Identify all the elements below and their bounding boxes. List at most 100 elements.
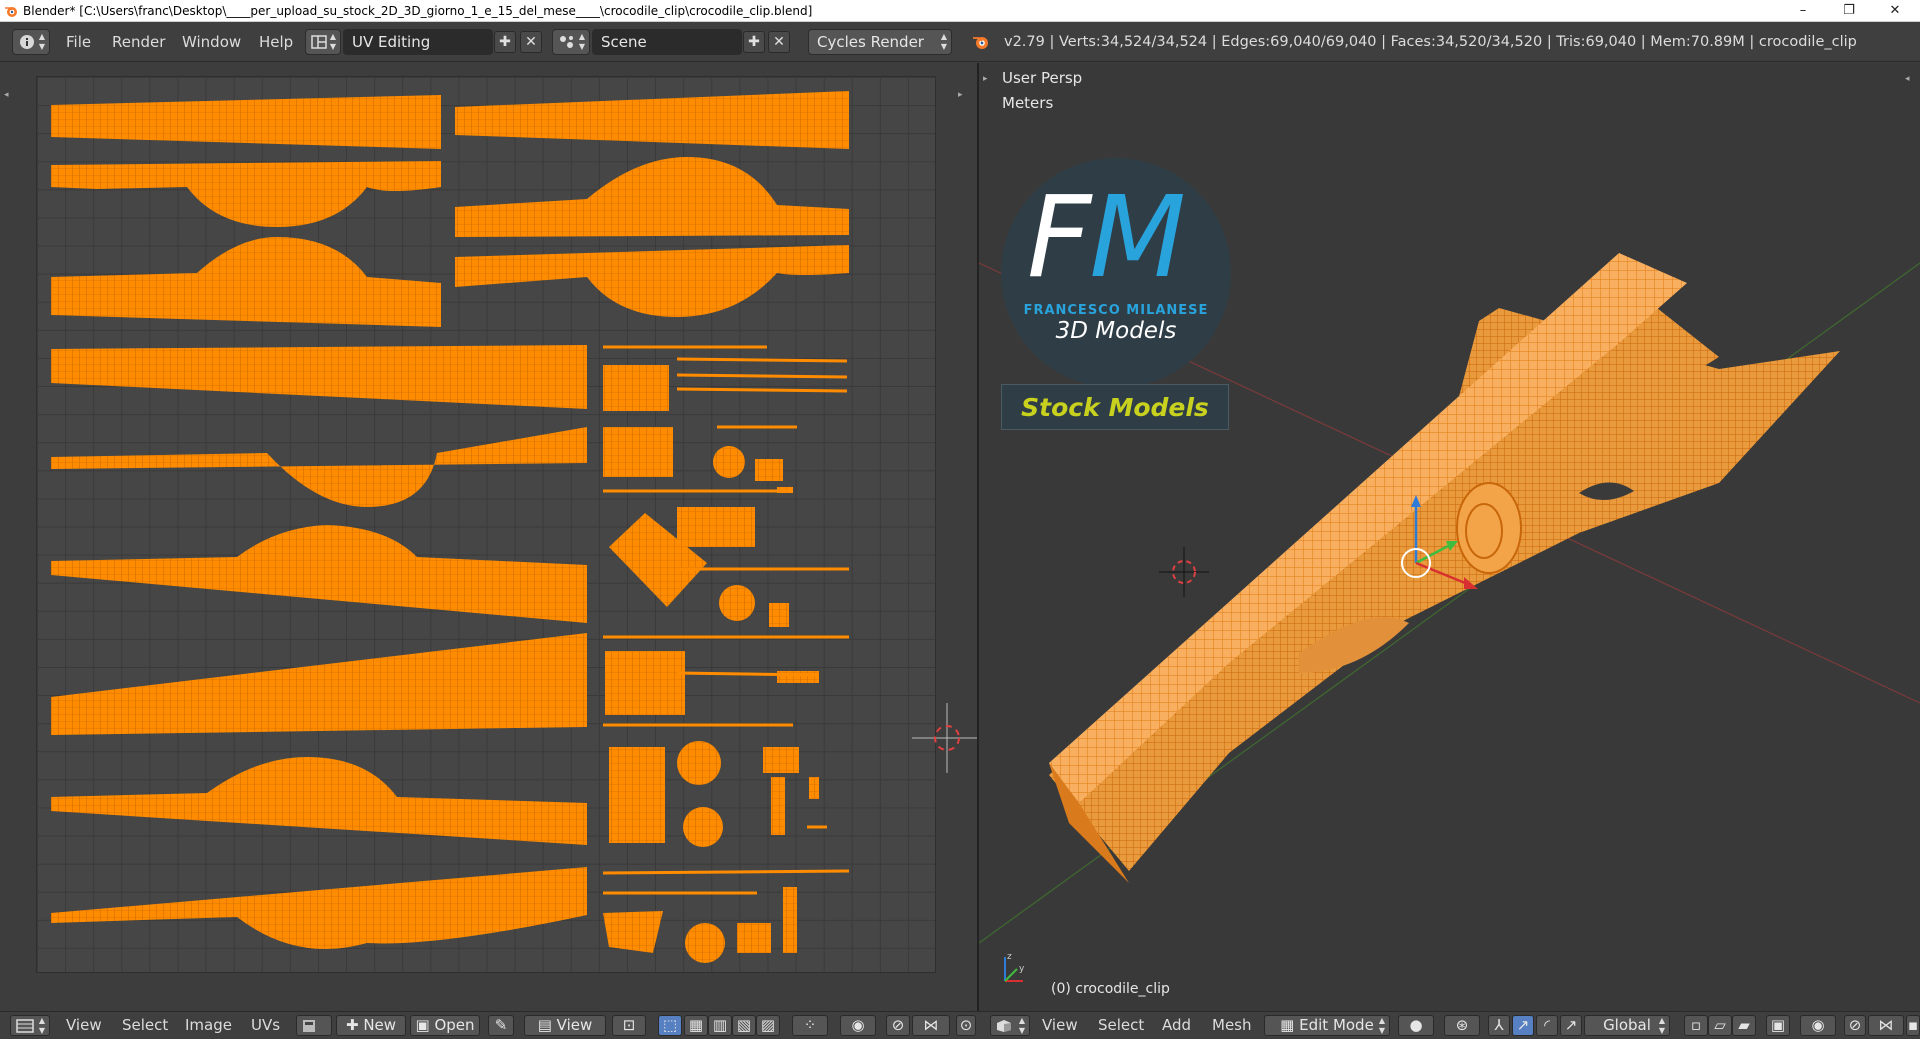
sync-select-button[interactable]: ⬚	[658, 1015, 682, 1036]
menu-window[interactable]: Window	[182, 22, 241, 62]
uv-menu-uvs[interactable]: UVs	[251, 1012, 280, 1039]
view3d-menu-view[interactable]: View	[1042, 1012, 1078, 1039]
uv-island[interactable]	[809, 777, 819, 799]
uv-island[interactable]	[603, 911, 663, 953]
view3d-menu-mesh[interactable]: Mesh	[1212, 1012, 1252, 1039]
uv-island[interactable]	[609, 747, 665, 843]
view3d-menu-select[interactable]: Select	[1098, 1012, 1144, 1039]
pivot-point-button[interactable]: ⊛	[1444, 1015, 1480, 1036]
uv-image-editor[interactable]: ◂ ▸	[0, 63, 982, 1011]
add-scene-icon[interactable]: ✚	[743, 31, 765, 53]
editor-type-3d-button[interactable]: ▲ ▼	[990, 1015, 1030, 1036]
new-image-button[interactable]: ✚ New	[336, 1015, 406, 1036]
uv-island[interactable]	[51, 633, 587, 735]
uv-island[interactable]	[51, 867, 587, 950]
uv-island[interactable]	[737, 923, 771, 953]
uv-island[interactable]	[603, 365, 669, 411]
uv-island[interactable]	[51, 525, 587, 623]
editor-type-uv-button[interactable]: ▲ ▼	[10, 1015, 50, 1036]
vertex-select-button[interactable]: ▦	[684, 1015, 708, 1036]
manipulator-toggle[interactable]: ⅄	[1488, 1015, 1510, 1036]
uv-island[interactable]	[455, 91, 849, 149]
uv-sculpt-button[interactable]: ⊙	[956, 1015, 976, 1036]
transform-manipulator[interactable]	[1384, 493, 1494, 593]
y-axis-handle[interactable]	[1415, 543, 1451, 565]
x-arrow-icon[interactable]	[1464, 577, 1478, 589]
menu-help[interactable]: Help	[259, 22, 293, 62]
snap-toggle-button[interactable]: ⊘	[886, 1015, 910, 1036]
uv-island[interactable]	[605, 651, 685, 715]
uv-island[interactable]	[676, 671, 818, 677]
pivot-button[interactable]: ⊡	[612, 1015, 646, 1036]
area-split-icon[interactable]: ◂	[1905, 73, 1917, 85]
uv-island[interactable]	[769, 603, 789, 627]
uv-island[interactable]	[763, 747, 799, 773]
occlude-geometry-button[interactable]: ▣	[1766, 1015, 1790, 1036]
uv-island[interactable]	[676, 357, 848, 363]
uv-islands[interactable]	[37, 77, 937, 974]
uv-island[interactable]	[683, 807, 723, 847]
view-mode-select[interactable]: ▤ View	[524, 1015, 606, 1036]
uv-island[interactable]	[676, 373, 848, 379]
face-select-mode[interactable]: ▰	[1732, 1015, 1756, 1036]
close-button[interactable]: ✕	[1872, 0, 1918, 22]
editor-type-info-button[interactable]: ▲ ▼	[12, 29, 50, 55]
transform-orientation-select[interactable]: Global ▲ ▼	[1584, 1015, 1670, 1036]
snap-target-button[interactable]: ⋈	[1868, 1015, 1904, 1036]
pin-image-button[interactable]: ✎	[488, 1015, 514, 1036]
uv-island[interactable]	[602, 869, 850, 875]
uv-island[interactable]	[455, 157, 849, 237]
3d-viewport[interactable]: User Persp Meters FM FRANCESCO MILANESE …	[979, 63, 1920, 1011]
snap-element-button[interactable]: ⋈	[912, 1015, 950, 1036]
scene-selector-button[interactable]: ▲ ▼	[552, 29, 590, 55]
uv-island[interactable]	[51, 95, 441, 149]
open-image-button[interactable]: ▣ Open	[410, 1015, 480, 1036]
uv-island[interactable]	[51, 345, 587, 409]
scale-manipulator[interactable]: ↗	[1560, 1015, 1582, 1036]
sticky-mode-button[interactable]: ⁘	[792, 1015, 828, 1036]
island-select-button[interactable]: ▨	[756, 1015, 780, 1036]
uv-island[interactable]	[51, 757, 587, 845]
uv-island[interactable]	[51, 237, 441, 327]
delete-scene-icon[interactable]: ✕	[768, 31, 790, 53]
uv-island[interactable]	[783, 887, 797, 953]
uv-island[interactable]	[771, 777, 785, 835]
uv-island[interactable]	[455, 245, 849, 317]
interaction-mode-select[interactable]: ▦ Edit Mode ▲ ▼	[1264, 1015, 1390, 1036]
minimize-button[interactable]: –	[1780, 0, 1826, 22]
area-split-icon[interactable]: ▸	[958, 89, 970, 101]
translate-manipulator[interactable]: ↗	[1512, 1015, 1534, 1036]
uv-island[interactable]	[676, 387, 848, 393]
browse-image-button[interactable]	[296, 1015, 332, 1036]
uv-menu-view[interactable]: View	[66, 1012, 102, 1039]
area-split-icon[interactable]: ▸	[983, 73, 995, 85]
rotate-manipulator[interactable]: ◜	[1536, 1015, 1558, 1036]
uv-island[interactable]	[685, 923, 725, 963]
uv-grid[interactable]	[36, 76, 936, 973]
render-engine-select[interactable]: Cycles Render ▲ ▼	[808, 29, 952, 55]
face-select-button[interactable]: ▧	[732, 1015, 756, 1036]
uv-island[interactable]	[51, 427, 587, 507]
view3d-menu-add[interactable]: Add	[1162, 1012, 1191, 1039]
uv-island[interactable]	[777, 671, 819, 683]
add-layout-icon[interactable]: ✚	[494, 31, 516, 53]
maximize-button[interactable]: ❐	[1826, 0, 1872, 22]
edge-select-mode[interactable]: ▱	[1708, 1015, 1732, 1036]
uv-island[interactable]	[713, 446, 745, 478]
scene-name-field[interactable]: Scene	[592, 29, 742, 55]
uv-menu-image[interactable]: Image	[185, 1012, 232, 1039]
proportional-edit-button[interactable]: ◉	[840, 1015, 876, 1036]
uv-island[interactable]	[677, 741, 721, 785]
layout-name-field[interactable]: UV Editing	[343, 29, 493, 55]
viewport-shading-button[interactable]: ●	[1398, 1015, 1434, 1036]
uv-island[interactable]	[603, 427, 673, 477]
uv-island[interactable]	[719, 585, 755, 621]
vertex-select-mode[interactable]: ▫	[1684, 1015, 1708, 1036]
proportional-editing-button[interactable]: ◉	[1800, 1015, 1836, 1036]
edge-select-button[interactable]: ▥	[708, 1015, 732, 1036]
uv-menu-select[interactable]: Select	[122, 1012, 168, 1039]
render-preview-button[interactable]: ▪	[1906, 1015, 1920, 1036]
uv-island[interactable]	[755, 459, 783, 481]
uv-island[interactable]	[677, 507, 755, 547]
area-split-icon[interactable]: ◂	[4, 89, 16, 101]
